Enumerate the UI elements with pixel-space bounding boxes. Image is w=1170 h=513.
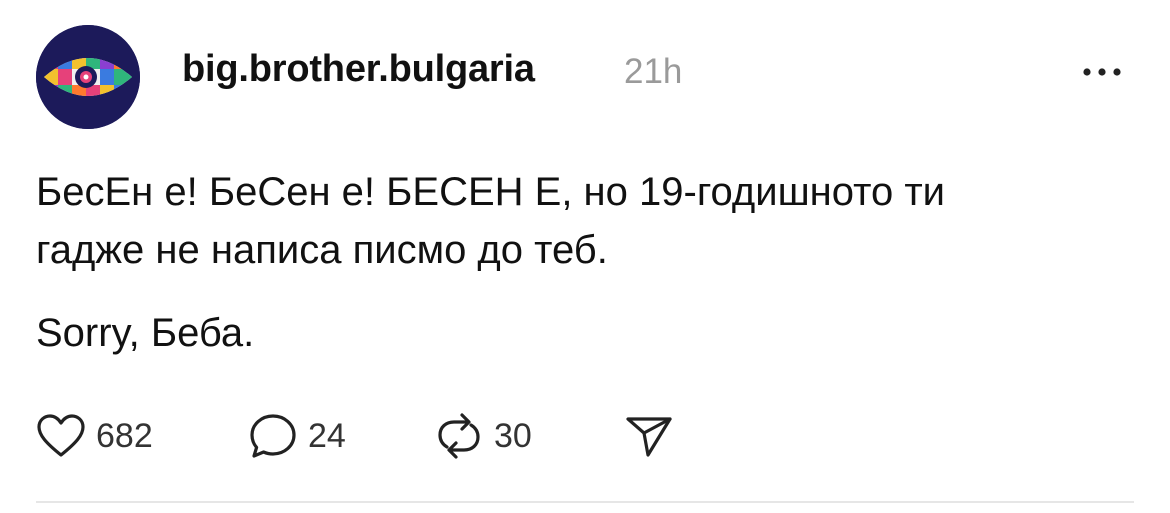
more-options-button[interactable] <box>1078 58 1126 86</box>
divider <box>36 501 1134 503</box>
like-button[interactable]: 682 <box>36 411 153 461</box>
post-timestamp: 21h <box>624 52 683 91</box>
repost-icon <box>438 413 480 459</box>
post-text-line: гадже не написа писмо до теб. <box>36 228 608 272</box>
more-horizontal-icon <box>1083 68 1121 76</box>
username[interactable]: big.brother.bulgaria <box>182 48 535 91</box>
like-count: 682 <box>96 416 153 455</box>
avatar[interactable] <box>36 25 140 129</box>
repost-count: 30 <box>494 416 532 455</box>
comment-bubble-icon <box>250 414 296 458</box>
comment-count: 24 <box>308 416 346 455</box>
heart-icon <box>37 414 85 457</box>
share-button[interactable] <box>624 411 674 461</box>
post-text-line: Sorry, Беба. <box>36 311 255 355</box>
comment-button[interactable]: 24 <box>248 411 346 461</box>
send-icon <box>626 417 672 457</box>
post-text-line: БесЕн е! БеСен е! БЕСЕН Е, но 19-годишно… <box>36 170 946 214</box>
repost-button[interactable]: 30 <box>434 411 532 461</box>
big-brother-eye-logo <box>36 25 140 129</box>
post-body: БесЕн е! БеСен е! БЕСЕН Е, но 19-годишно… <box>36 163 1136 362</box>
